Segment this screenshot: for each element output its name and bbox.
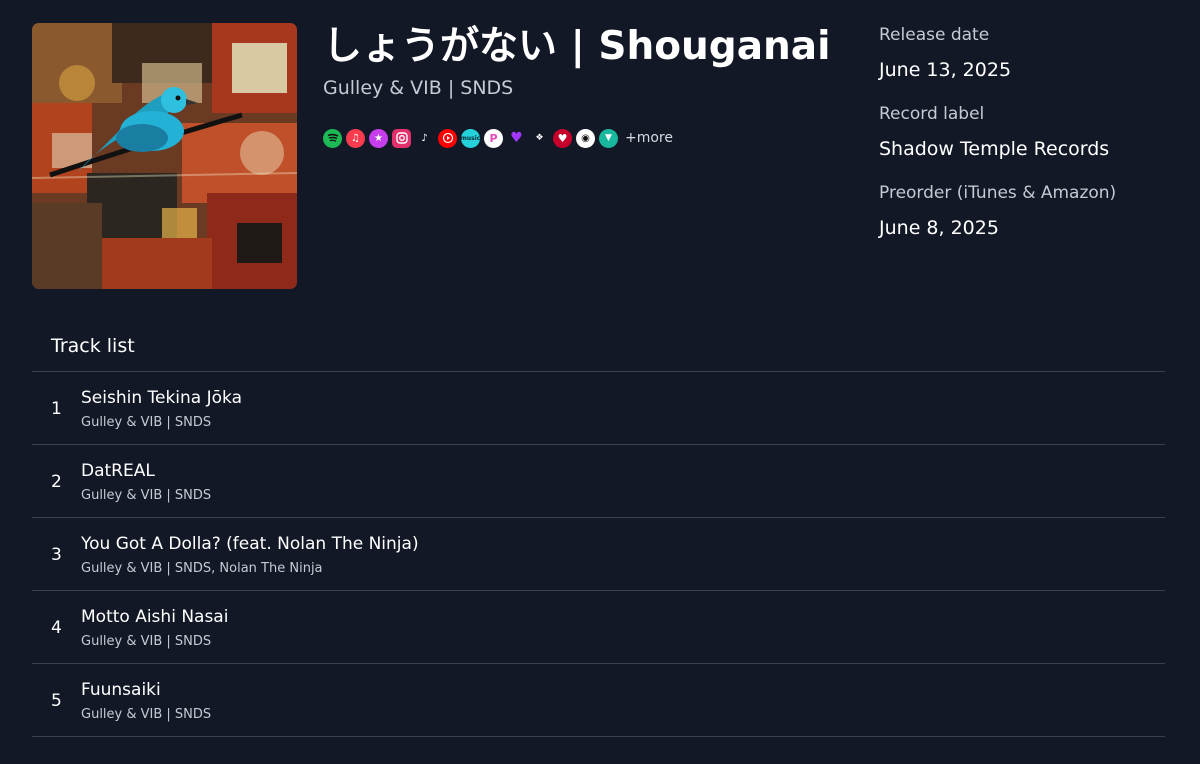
- track-row[interactable]: 2 DatREAL Gulley & VIB | SNDS: [32, 445, 1165, 518]
- release-date-value: June 13, 2025: [879, 59, 1012, 81]
- iheartradio-icon[interactable]: ♥: [553, 128, 572, 148]
- tracklist-title: Track list: [51, 335, 135, 357]
- youtube-music-icon[interactable]: [438, 128, 457, 148]
- album-cover-art-icon: [32, 23, 297, 289]
- track-artist: Gulley & VIB | SNDS, Nolan The Ninja: [81, 561, 323, 576]
- release-date-label: Release date: [879, 25, 990, 45]
- track-artist: Gulley & VIB | SNDS: [81, 634, 212, 649]
- instagram-icon[interactable]: [392, 128, 411, 148]
- track-artist: Gulley & VIB | SNDS: [81, 707, 212, 722]
- album-cover: [32, 23, 297, 289]
- track-title: Motto Aishi Nasai: [81, 607, 229, 627]
- record-label-value: Shadow Temple Records: [879, 138, 1110, 160]
- preorder-value: June 8, 2025: [879, 217, 999, 239]
- audiomack-icon[interactable]: ▼: [599, 128, 618, 148]
- track-title: DatREAL: [81, 461, 155, 481]
- release-date-section: Release date June 13, 2025: [879, 22, 1179, 85]
- track-title: Seishin Tekina Jōka: [81, 388, 243, 408]
- track-number: 1: [51, 399, 62, 419]
- track-title: You Got A Dolla? (feat. Nolan The Ninja): [81, 534, 419, 554]
- amazon-music-icon[interactable]: music: [461, 128, 480, 148]
- platform-links: ♫ ★ ♪ music P ♥ ❖ ♥ ◉ ▼ +more: [323, 128, 673, 148]
- track-list: 1 Seishin Tekina Jōka Gulley & VIB | SND…: [32, 371, 1165, 737]
- track-row[interactable]: 5 Fuunsaiki Gulley & VIB | SNDS: [32, 664, 1165, 737]
- track-title: Fuunsaiki: [81, 680, 161, 700]
- tiktok-icon[interactable]: ♪: [415, 128, 434, 148]
- record-label-label: Record label: [879, 104, 985, 124]
- record-label-section: Record label Shadow Temple Records: [879, 101, 1179, 164]
- track-number: 2: [51, 472, 62, 492]
- preorder-section: Preorder (iTunes & Amazon) June 8, 2025: [879, 180, 1179, 243]
- track-artist: Gulley & VIB | SNDS: [81, 415, 212, 430]
- tidal-icon[interactable]: ❖: [530, 128, 549, 148]
- more-platforms-link[interactable]: +more: [625, 130, 673, 146]
- preorder-label: Preorder (iTunes & Amazon): [879, 183, 1117, 203]
- album-artist[interactable]: Gulley & VIB | SNDS: [323, 75, 513, 101]
- track-artist: Gulley & VIB | SNDS: [81, 488, 212, 503]
- apple-music-icon[interactable]: ♫: [346, 128, 365, 148]
- pandora-icon[interactable]: P: [484, 128, 503, 148]
- track-number: 4: [51, 618, 62, 638]
- album-title: しょうがない | Shouganai: [323, 24, 831, 69]
- release-meta: Release date June 13, 2025 Record label …: [879, 22, 1179, 259]
- track-row[interactable]: 4 Motto Aishi Nasai Gulley & VIB | SNDS: [32, 591, 1165, 664]
- itunes-star-icon[interactable]: ★: [369, 128, 388, 148]
- deezer-heart-icon[interactable]: ♥: [507, 128, 526, 148]
- napster-icon[interactable]: ◉: [576, 128, 595, 148]
- track-row[interactable]: 3 You Got A Dolla? (feat. Nolan The Ninj…: [32, 518, 1165, 591]
- track-row[interactable]: 1 Seishin Tekina Jōka Gulley & VIB | SND…: [32, 372, 1165, 445]
- track-number: 3: [51, 545, 62, 565]
- track-number: 5: [51, 691, 62, 711]
- spotify-icon[interactable]: [323, 128, 342, 148]
